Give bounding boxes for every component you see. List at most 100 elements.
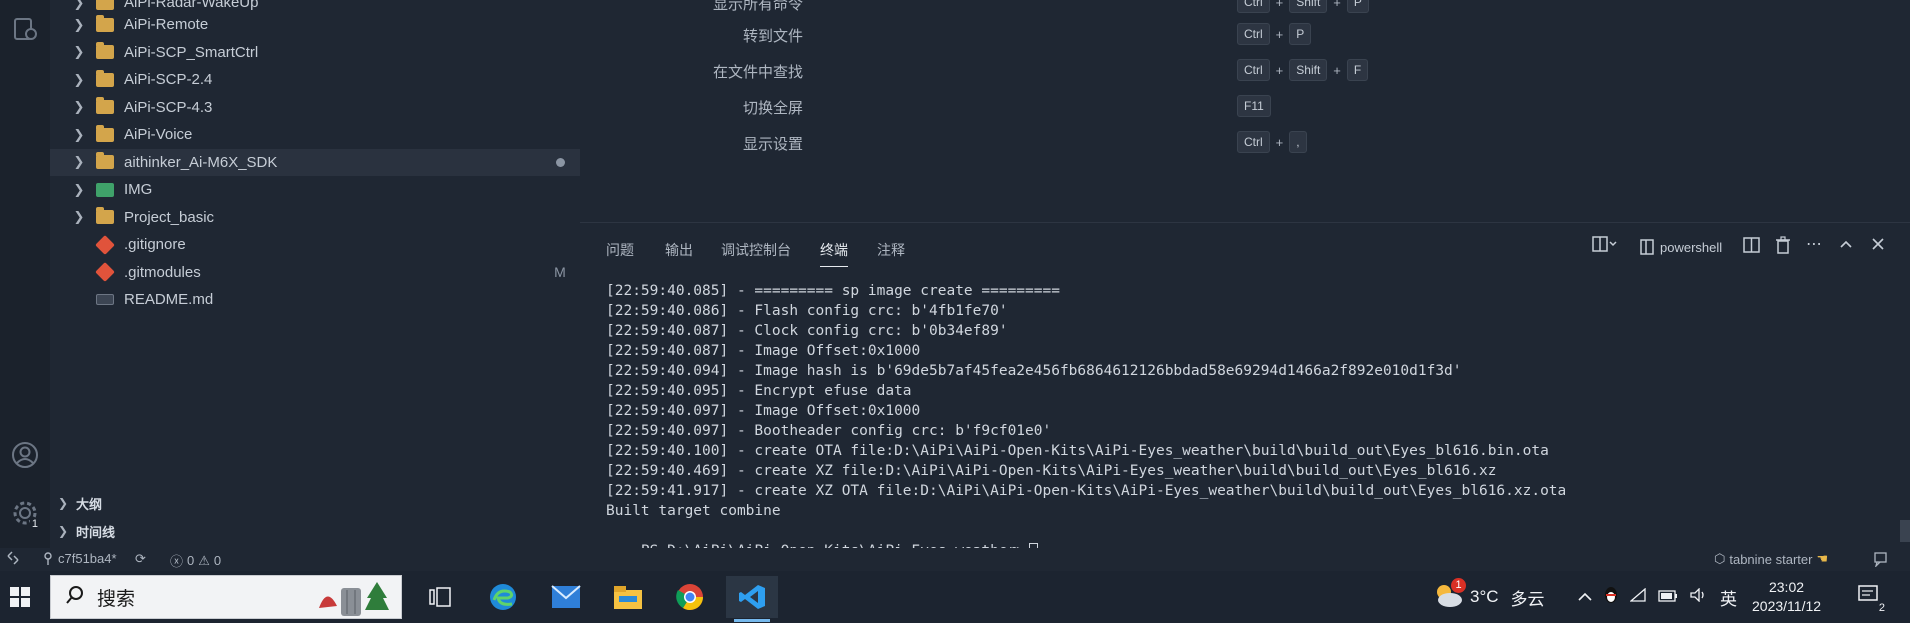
terminal-prompt-line[interactable]: PS D:\AiPi\AiPi-Open-Kits\AiPi-Eyes_weat… [606, 521, 1039, 560]
clock[interactable]: 23:02 2023/11/12 [1752, 571, 1821, 623]
network-icon[interactable] [1629, 587, 1646, 606]
weather-cloud-icon: 1 [1432, 577, 1466, 613]
shortcut-row: 显示所有命令 Ctrl + Shift + P [580, 0, 1910, 16]
tree-item-label: .gitignore [124, 236, 186, 253]
tree-item[interactable]: ❯.gitignore [50, 231, 580, 258]
weather-widget[interactable]: 1 3°C 多云 [1432, 571, 1545, 623]
panel-tab[interactable]: 终端 [820, 240, 848, 267]
shortcut-label: 显示设置 [742, 136, 803, 153]
tree-item[interactable]: ❯ IMG [50, 176, 580, 203]
tree-item[interactable]: ❯ aithinker_Ai-M6X_SDK [50, 148, 580, 176]
manage-gear-icon[interactable]: 1 [8, 496, 42, 530]
volume-icon[interactable] [1690, 587, 1708, 606]
folder-icon [96, 69, 114, 87]
terminal-line: [22:59:41.917] - create XZ OTA file:D:\A… [606, 483, 1567, 499]
shortcut-keys: Ctrl + Shift + P [1237, 0, 1369, 13]
shortcut-label: 转到文件 [742, 28, 803, 45]
mail-icon[interactable] [540, 576, 592, 618]
keycap: P [1346, 0, 1369, 13]
tabnine-status[interactable]: ⬡ tabnine starter ☚ [1714, 551, 1828, 567]
key-plus: + [1275, 0, 1284, 10]
chevron-right-icon: ❯ [73, 99, 85, 114]
file-explorer-icon[interactable] [602, 576, 654, 618]
problems-indicator[interactable]: ⓧ 0 ⚠ 0 [170, 551, 221, 570]
battery-icon[interactable] [1658, 589, 1678, 606]
shortcut-label: 切换全屏 [742, 100, 803, 117]
remote-explorer-icon[interactable] [8, 12, 42, 46]
timeline-section[interactable]: ❯ 时间线 [50, 518, 580, 544]
git-status-badge: M [554, 264, 566, 280]
tree-item[interactable]: ❯README.md [50, 286, 580, 313]
chrome-icon[interactable] [664, 576, 716, 618]
vscode-icon[interactable] [726, 576, 778, 622]
warning-icon: ⚠ [198, 552, 210, 568]
panel-tab[interactable]: 输出 [665, 240, 693, 260]
image-folder-icon [96, 182, 114, 197]
folder-icon [96, 97, 114, 114]
search-icon [65, 585, 85, 610]
system-tray: 英 [1578, 571, 1737, 623]
trash-icon[interactable] [1775, 236, 1791, 259]
keycap: Ctrl [1237, 0, 1270, 13]
ime-indicator[interactable]: 英 [1720, 585, 1737, 610]
tree-item-label: AiPi-Remote [124, 16, 209, 33]
notification-icon: 2 [1858, 584, 1886, 614]
outline-section[interactable]: ❯ 大纲 [50, 490, 580, 516]
tree-item[interactable]: ❯ AiPi-SCP-2.4 [50, 66, 580, 93]
panel-header: 问题 输出 调试控制台 终端 注释 powershell ⋯ [580, 222, 1910, 272]
terminal-scrollbar[interactable] [1900, 520, 1910, 542]
task-view-icon[interactable] [414, 576, 466, 618]
chevron-up-icon[interactable] [1578, 589, 1592, 606]
settings-badge: 1 [29, 518, 40, 530]
tree-item-label: Project_basic [124, 208, 215, 226]
terminal-selector[interactable]: powershell [1640, 239, 1722, 255]
folder-icon [96, 124, 114, 142]
clock-time: 23:02 [1768, 579, 1805, 595]
notification-center[interactable]: 2 [1858, 571, 1886, 623]
weather-desc: 多云 [1510, 589, 1545, 609]
key-plus: + [1333, 62, 1341, 78]
tree-item[interactable]: ❯ AiPi-SCP_SmartCtrl [50, 39, 580, 66]
folder-icon [96, 0, 114, 10]
search-placeholder: 搜索 [97, 588, 136, 610]
feedback-icon[interactable] [1873, 551, 1889, 567]
windows-start-icon[interactable] [0, 576, 40, 618]
panel-tab[interactable]: 注释 [877, 240, 905, 260]
tree-item[interactable]: ❯.gitmodulesM [50, 259, 580, 286]
warning-count: 0 [213, 553, 222, 568]
tree-item[interactable]: ❯ AiPi-SCP-4.3 [50, 94, 580, 121]
chevron-right-icon: ❯ [58, 496, 69, 510]
edge-browser-icon[interactable] [477, 576, 529, 618]
sync-icon[interactable]: ⟳ [135, 551, 146, 567]
panel-tab[interactable]: 调试控制台 [721, 240, 791, 260]
close-panel-icon[interactable] [1870, 236, 1886, 257]
tree-item-label: README.md [124, 291, 214, 308]
explorer-tree: ❯ AiPi-Radar-WakeUp ❯ AiPi-Remote ❯ AiPi-SC… [50, 0, 580, 548]
taskbar-search-box[interactable]: 搜索 [50, 575, 402, 619]
split-terminal-icon[interactable] [1743, 236, 1761, 259]
terminal-output[interactable]: [22:59:40.085] - ========= sp image crea… [580, 272, 1910, 560]
branch-name: c7f51ba4* [58, 551, 117, 566]
git-branch[interactable]: c7f51ba4* [42, 551, 117, 566]
terminal-line: [22:59:40.097] - Image Offset:0x1000 [606, 403, 921, 419]
shortcut-label: 在文件中查找 [712, 64, 803, 81]
tree-item-label: AiPi-Radar-WakeUp [124, 0, 259, 11]
tree-item[interactable]: ❯ AiPi-Remote [50, 11, 580, 38]
maximize-panel-icon[interactable] [1838, 236, 1854, 257]
key-plus: + [1275, 134, 1284, 150]
status-bar: c7f51ba4* ⟳ ⓧ 0 ⚠ 0 ⬡ tabnine starter ☚ [0, 548, 1910, 571]
chevron-right-icon: ❯ [73, 16, 85, 32]
remote-indicator-icon[interactable] [6, 551, 20, 565]
tree-item[interactable]: ❯ Project_basic [50, 204, 580, 231]
shortcut-keys: Ctrl + Shift + F [1237, 59, 1369, 81]
chevron-right-icon: ❯ [73, 71, 85, 87]
markdown-file-icon [96, 294, 114, 305]
split-layout-icon[interactable] [1592, 236, 1618, 259]
terminal-line: [22:59:40.469] - create XZ file:D:\AiPi\… [606, 463, 1497, 479]
qq-penguin-icon[interactable] [1604, 586, 1618, 608]
tree-item[interactable]: ❯ AiPi-Voice [50, 121, 580, 148]
account-icon[interactable] [8, 438, 42, 472]
tree-item-label: aithinker_Ai-M6X_SDK [124, 153, 278, 171]
panel-tab[interactable]: 问题 [606, 240, 634, 260]
more-actions-icon[interactable]: ⋯ [1806, 234, 1822, 254]
